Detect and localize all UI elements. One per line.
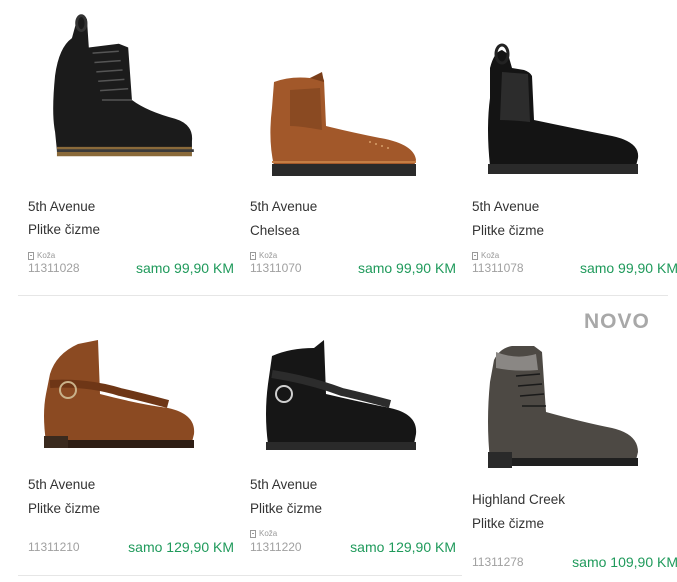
product-sku: 11311210 [28, 540, 80, 554]
black-buckle-boot-image[interactable] [250, 334, 456, 484]
product-sku: 11311070 [250, 261, 302, 275]
material-text: Koža [259, 251, 278, 260]
product-price: samo 99,90 KM [135, 260, 234, 276]
material-label: Koža [28, 251, 55, 260]
product-name[interactable]: Plitke čizme [472, 516, 544, 531]
product-brand[interactable]: Highland Creek [472, 492, 565, 507]
material-text: Koža [37, 251, 56, 260]
product-name[interactable]: Plitke čizme [250, 501, 322, 516]
product-brand[interactable]: 5th Avenue [28, 477, 95, 492]
product-sku: 11311028 [28, 261, 80, 275]
material-label: Koža [250, 251, 277, 260]
brown-buckle-boot-image[interactable] [28, 334, 234, 484]
card-divider [18, 295, 240, 296]
black-chelsea-boot-image[interactable] [472, 28, 677, 178]
material-label: Koža [250, 529, 277, 538]
product-brand[interactable]: 5th Avenue [250, 199, 317, 214]
material-text: Koža [481, 251, 500, 260]
material-text: Koža [259, 529, 278, 538]
product-name[interactable]: Chelsea [250, 223, 300, 238]
product-sku: 11311078 [472, 261, 524, 275]
product-price: samo 99,90 KM [579, 260, 677, 276]
product-price: samo 99,90 KM [357, 260, 456, 276]
black-lace-up-boot-image[interactable] [28, 10, 234, 160]
material-label: Koža [472, 251, 499, 260]
brown-chelsea-boot-image[interactable] [250, 30, 456, 180]
product-price: samo 109,90 KM [572, 554, 677, 570]
product-sku: 11311278 [472, 555, 524, 569]
product-price: samo 129,90 KM [128, 539, 234, 555]
product-brand[interactable]: 5th Avenue [28, 199, 95, 214]
card-divider [240, 575, 462, 576]
card-divider [18, 575, 240, 576]
leather-icon [472, 251, 478, 260]
leather-icon [250, 529, 256, 538]
product-brand[interactable]: 5th Avenue [472, 199, 539, 214]
leather-icon [250, 251, 256, 260]
product-price: samo 129,90 KM [350, 539, 456, 555]
leather-icon [28, 251, 34, 260]
product-sku: 11311220 [250, 540, 302, 554]
product-name[interactable]: Plitke čizme [28, 222, 100, 237]
card-divider [240, 295, 462, 296]
new-badge: NOVO [584, 310, 650, 333]
product-name[interactable]: Plitke čizme [472, 223, 544, 238]
product-name[interactable]: Plitke čizme [28, 501, 100, 516]
card-divider [462, 295, 668, 296]
product-brand[interactable]: 5th Avenue [250, 477, 317, 492]
grey-lace-up-boot-image[interactable] [472, 342, 677, 492]
